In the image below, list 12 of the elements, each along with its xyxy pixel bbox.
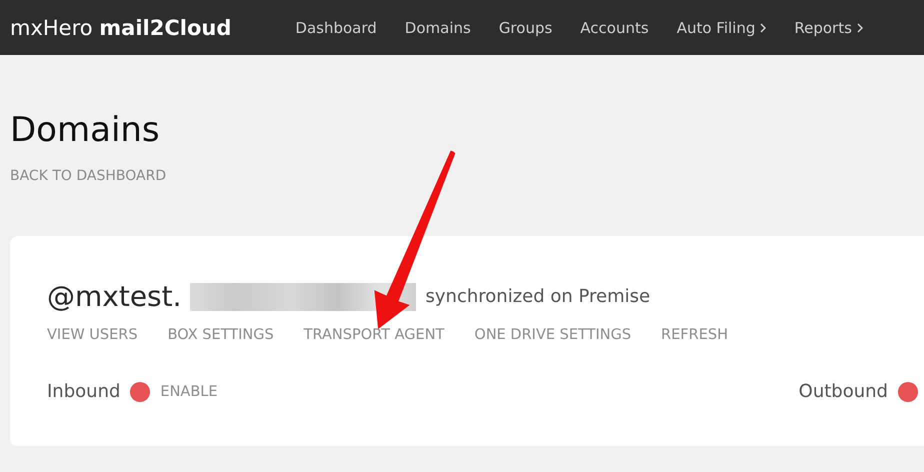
nav-link[interactable]: Auto Filing xyxy=(662,0,780,55)
nav-link[interactable]: Groups xyxy=(484,0,566,55)
page-title: Domains xyxy=(10,110,161,150)
nav-link[interactable]: Reports xyxy=(780,0,877,55)
sync-status: synchronized on Premise xyxy=(426,286,650,307)
nav-link[interactable]: Domains xyxy=(390,0,485,55)
brand-logo[interactable]: mxHero mail2Cloud xyxy=(10,16,232,40)
nav-link[interactable]: Dashboard xyxy=(281,0,391,55)
direction-label: Inbound xyxy=(47,381,120,402)
direction-label: Outbound xyxy=(798,381,888,402)
nav-link[interactable]: Accounts xyxy=(566,0,663,55)
domain-name: @mxtest. xyxy=(47,280,182,313)
